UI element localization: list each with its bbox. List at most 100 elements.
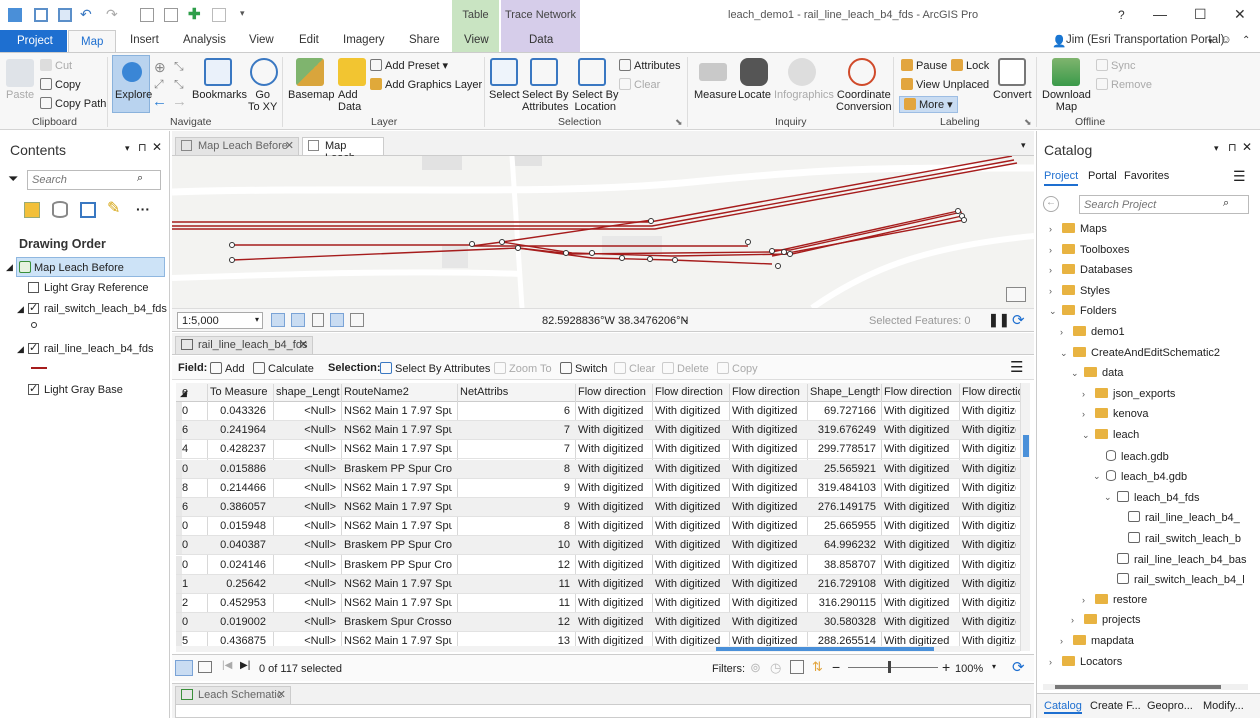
- calculate-button[interactable]: Calculate: [253, 362, 314, 375]
- explore-button[interactable]: Explore: [112, 55, 152, 113]
- collapse-ribbon-icon[interactable]: ⌃: [1242, 35, 1250, 46]
- close-window-button[interactable]: ✕: [1234, 6, 1246, 23]
- catalog-horizontal-scrollbar[interactable]: [1043, 684, 1248, 690]
- search-icon[interactable]: ⌕: [1223, 197, 1229, 210]
- table-cell[interactable]: With digitized: [655, 578, 723, 590]
- column-header[interactable]: Flow directio: [962, 386, 1020, 398]
- layer-row-light-gray-base[interactable]: Light Gray Base: [28, 382, 123, 396]
- table-cell[interactable]: 0: [182, 405, 202, 417]
- user-account[interactable]: Jim (Esri Transportation Portal): [1066, 34, 1225, 46]
- table-cell[interactable]: 0: [182, 559, 202, 571]
- table-cell[interactable]: 8: [460, 520, 570, 532]
- expand-icon[interactable]: ›: [1082, 389, 1085, 399]
- selected-features-count[interactable]: Selected Features: 0: [869, 315, 971, 327]
- table-cell[interactable]: 38.858707: [810, 559, 876, 571]
- table-cell[interactable]: With digitized: [578, 578, 646, 590]
- collapse-icon[interactable]: ◢: [17, 344, 24, 355]
- table-cell[interactable]: With digitized: [655, 405, 723, 417]
- zoom-slider[interactable]: [848, 661, 938, 673]
- catalog-item[interactable]: CreateAndEditSchematic2: [1073, 346, 1220, 359]
- table-cell[interactable]: 0: [182, 463, 202, 475]
- table-cell[interactable]: 0.241964: [210, 424, 266, 436]
- table-menu-icon[interactable]: ☰: [1010, 358, 1023, 376]
- download-map-button[interactable]: Download Map: [1042, 89, 1091, 113]
- tab-trace-network-data[interactable]: Data: [529, 34, 553, 46]
- table-cell[interactable]: 0.452953: [210, 597, 266, 609]
- map-layer-row[interactable]: Map Leach Before: [19, 261, 124, 274]
- column-header[interactable]: e: [182, 386, 206, 398]
- catalog-menu-icon[interactable]: ☰: [1233, 168, 1246, 185]
- definition-filter-icon[interactable]: [790, 660, 804, 674]
- tab-insert[interactable]: Insert: [130, 34, 159, 46]
- table-cell[interactable]: 69.727166: [810, 405, 876, 417]
- lock-labeling-button[interactable]: Lock: [951, 59, 989, 72]
- expand-icon[interactable]: ›: [1060, 327, 1063, 337]
- add-preset-button[interactable]: Add Preset ▾: [370, 59, 448, 72]
- table-cell[interactable]: With digitized: [578, 482, 646, 494]
- table-cell[interactable]: With digitized: [655, 520, 723, 532]
- table-cell[interactable]: 0.428237: [210, 443, 266, 455]
- table-cell[interactable]: With digitized: [578, 424, 646, 436]
- overview-icon[interactable]: [1006, 287, 1026, 302]
- table-cell[interactable]: Braskem Spur Crossov...: [344, 616, 452, 628]
- table-cell[interactable]: NS62 Main 1 7.97 Spur 8: [344, 597, 452, 609]
- table-cell[interactable]: With digitized: [732, 616, 800, 628]
- catalog-item[interactable]: projects: [1084, 614, 1141, 626]
- table-cell[interactable]: With digitize: [962, 597, 1016, 609]
- table-cell[interactable]: 299.778517: [810, 443, 876, 455]
- zoom-dropdown-icon[interactable]: ▾: [992, 662, 996, 671]
- table-row[interactable]: 00.043326<Null>NS62 Main 1 7.97 Spur 56W…: [176, 402, 1020, 421]
- table-cell[interactable]: 0.214466: [210, 482, 266, 494]
- zoom-slider-thumb[interactable]: [888, 661, 891, 673]
- table-cell[interactable]: 0.019002: [210, 616, 266, 628]
- catalog-item[interactable]: json_exports: [1095, 387, 1175, 400]
- catalog-item[interactable]: leach: [1095, 429, 1139, 441]
- layer-row-rail-line[interactable]: rail_line_leach_b4_fds: [28, 341, 153, 355]
- map-tab-leach-before[interactable]: Map Leach Before ✕: [175, 137, 299, 155]
- select-by-attributes-table-button[interactable]: Select By Attributes: [380, 362, 490, 375]
- table-cell[interactable]: NS62 Main 1 7.97 Spur 5: [344, 443, 452, 455]
- table-icon[interactable]: [312, 313, 324, 327]
- view-unplaced-button[interactable]: View Unplaced: [901, 78, 989, 91]
- list-by-editing-icon[interactable]: ✎: [107, 198, 120, 218]
- table-cell[interactable]: 6: [460, 405, 570, 417]
- table-cell[interactable]: With digitized: [655, 597, 723, 609]
- table-cell[interactable]: With digitized: [732, 501, 800, 513]
- table-cell[interactable]: 11: [460, 578, 570, 590]
- table-cell[interactable]: 10: [460, 539, 570, 551]
- expand-icon[interactable]: ›: [1049, 286, 1052, 296]
- layer-checkbox[interactable]: [28, 301, 39, 314]
- table-cell[interactable]: With digitized: [578, 405, 646, 417]
- bookmarks-icon[interactable]: [204, 58, 232, 86]
- table-cell[interactable]: NS62 Main 1 7.97 Spur 6: [344, 482, 452, 494]
- switch-selection-button[interactable]: Switch: [560, 362, 607, 375]
- print-icon[interactable]: [140, 8, 154, 22]
- table-cell[interactable]: 319.484103: [810, 482, 876, 494]
- table-cell[interactable]: With digitized: [732, 405, 800, 417]
- column-header[interactable]: To Measure: [210, 386, 270, 398]
- copy-rows-button[interactable]: Copy: [717, 362, 758, 375]
- table-row[interactable]: 1 0.25642 <Null> NS62 Main 1 7.97 Spur 8 11 W…: [176, 574, 1020, 594]
- table-cell[interactable]: 11: [460, 597, 570, 609]
- undo-icon[interactable]: ↶: [80, 6, 92, 23]
- table-cell[interactable]: <Null>: [276, 405, 336, 417]
- collapse-icon[interactable]: ⌄: [1071, 368, 1079, 379]
- bottom-tab-create-features[interactable]: Create F...: [1090, 700, 1141, 712]
- table-cell[interactable]: 316.290115: [810, 597, 876, 609]
- table-cell[interactable]: <Null>: [276, 578, 336, 590]
- table-tab[interactable]: rail_line_leach_b4_fds ✕: [175, 336, 313, 354]
- tab-imagery[interactable]: Imagery: [343, 34, 385, 46]
- window-icon[interactable]: [212, 8, 226, 22]
- attributes-button[interactable]: Attributes: [619, 59, 680, 72]
- pane-menu-icon[interactable]: ▾: [1214, 143, 1219, 154]
- table-cell[interactable]: With digitize: [962, 463, 1016, 475]
- table-cell[interactable]: With digitize: [962, 578, 1016, 590]
- table-cell[interactable]: With digitized: [578, 463, 646, 475]
- table-cell[interactable]: <Null>: [276, 597, 336, 609]
- table-cell[interactable]: With digitized: [884, 539, 952, 551]
- table-row[interactable]: 0 0.019002 <Null> Braskem Spur Crossov... 12…: [176, 613, 1020, 633]
- tab-table-view[interactable]: View: [464, 34, 489, 46]
- catalog-item[interactable]: restore: [1095, 593, 1147, 606]
- table-cell[interactable]: 7: [460, 424, 570, 436]
- table-cell[interactable]: With digitized: [578, 616, 646, 628]
